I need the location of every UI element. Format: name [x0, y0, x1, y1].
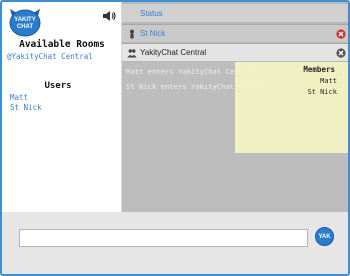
input-bar: YAK — [2, 212, 348, 274]
member-item-st-nick[interactable]: St Nick — [307, 87, 337, 98]
user-list: Matt St Nick — [10, 93, 42, 113]
members-list: Matt St Nick — [307, 76, 337, 98]
tab-yakitychat-central[interactable]: YakityChat Central — [122, 43, 348, 61]
close-gray-icon[interactable] — [336, 48, 346, 58]
user-item-matt[interactable]: Matt — [10, 93, 42, 103]
tab-status-label: Status — [140, 8, 163, 18]
tab-st-nick[interactable]: St Nick — [122, 24, 348, 42]
chat-panel: Status St Nick YakityChat Central Matt e… — [122, 2, 348, 212]
available-rooms-heading: Available Rooms — [19, 39, 105, 50]
yakity-chat-logo: YAKITY CHAT — [8, 6, 42, 38]
tab-yakitychat-central-label: YakityChat Central — [140, 48, 207, 57]
app-window: YAKITY CHAT Available Rooms @YakityChat … — [0, 0, 350, 276]
tab-st-nick-label: St Nick — [140, 29, 166, 38]
sidebar: YAKITY CHAT Available Rooms @YakityChat … — [2, 2, 122, 212]
members-panel: Members Matt St Nick — [235, 62, 348, 153]
person-icon — [127, 29, 137, 39]
message-input[interactable] — [19, 229, 308, 247]
user-item-st-nick[interactable]: St Nick — [10, 103, 42, 113]
yak-send-button[interactable]: YAK — [315, 227, 334, 246]
tab-status[interactable]: Status — [122, 4, 348, 22]
member-item-matt[interactable]: Matt — [307, 76, 337, 87]
members-heading: Members — [303, 65, 335, 74]
group-icon — [127, 48, 137, 58]
svg-text:CHAT: CHAT — [17, 24, 34, 30]
speaker-icon[interactable] — [102, 9, 116, 23]
close-red-icon[interactable] — [336, 29, 346, 39]
users-heading: Users — [44, 81, 72, 91]
svg-text:YAKITY: YAKITY — [14, 17, 35, 23]
room-link-yakitychat-central[interactable]: @YakityChat Central — [7, 52, 93, 61]
